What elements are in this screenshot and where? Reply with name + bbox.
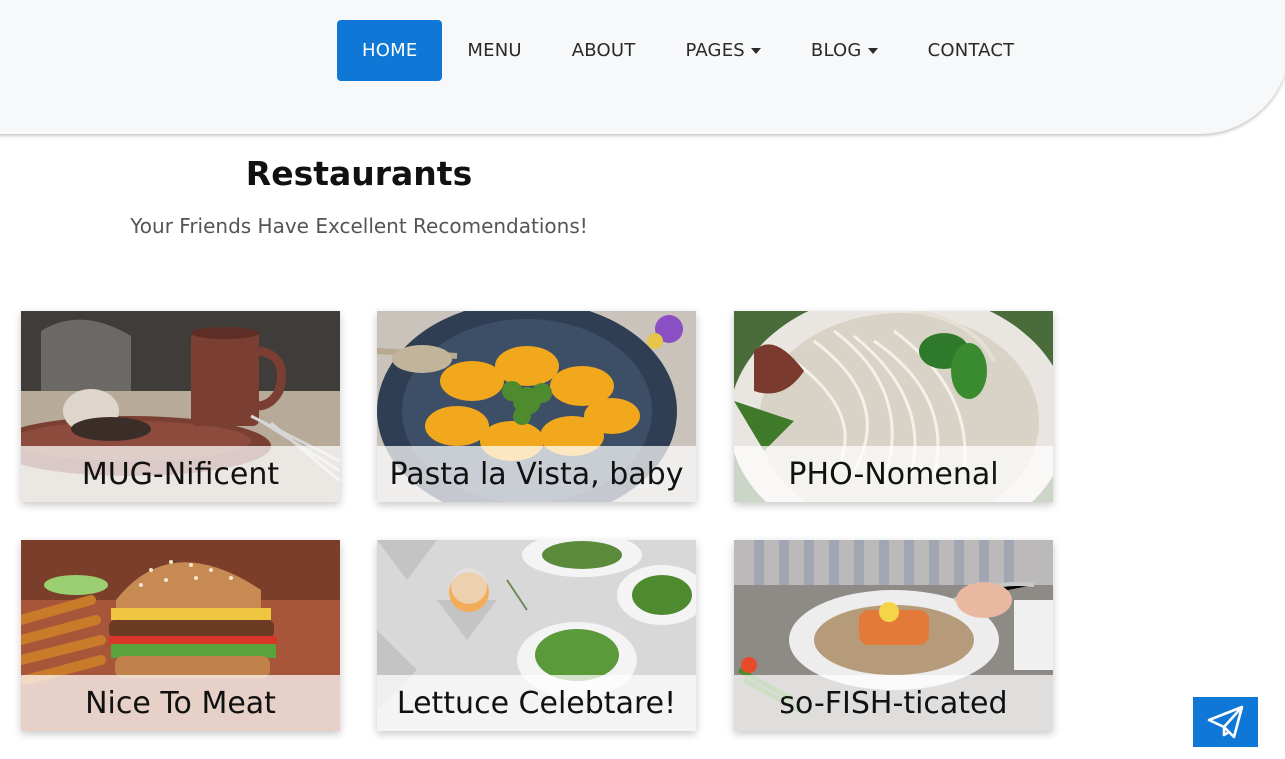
restaurant-card-pho-nomenal[interactable]: PHO-Nomenal bbox=[734, 311, 1053, 502]
nav-about-label: ABOUT bbox=[571, 40, 636, 61]
nav-about[interactable]: ABOUT bbox=[547, 20, 661, 81]
nav-home-label: HOME bbox=[362, 40, 418, 61]
card-caption: Nice To Meat bbox=[21, 675, 340, 731]
nav-menu-label: MENU bbox=[467, 40, 522, 61]
nav-blog[interactable]: BLOG bbox=[786, 20, 903, 81]
restaurant-card-nice-to-meat[interactable]: Nice To Meat bbox=[21, 540, 340, 731]
restaurant-card-so-fish-ticated[interactable]: so-FISH-ticated bbox=[734, 540, 1053, 731]
send-message-button[interactable] bbox=[1193, 697, 1258, 747]
main-nav: HOME MENU ABOUT PAGES BLOG CONTACT bbox=[337, 20, 1039, 81]
nav-menu[interactable]: MENU bbox=[442, 20, 546, 81]
page-subtitle: Your Friends Have Excellent Recomendatio… bbox=[130, 214, 588, 238]
nav-contact[interactable]: CONTACT bbox=[903, 20, 1040, 81]
card-caption: MUG-Nificent bbox=[21, 446, 340, 502]
nav-blog-label: BLOG bbox=[810, 40, 862, 61]
card-caption: so-FISH-ticated bbox=[734, 675, 1053, 731]
page-title: Restaurants bbox=[245, 154, 473, 193]
caret-down-icon bbox=[750, 48, 761, 54]
caret-down-icon bbox=[867, 48, 878, 54]
restaurant-card-mug-nificent[interactable]: MUG-Nificent bbox=[21, 311, 340, 502]
card-caption: Pasta la Vista, baby bbox=[377, 446, 696, 502]
restaurant-card-pasta-la-vista[interactable]: Pasta la Vista, baby bbox=[377, 311, 696, 502]
paper-plane-icon bbox=[1207, 705, 1243, 739]
restaurant-card-lettuce-celebtare[interactable]: Lettuce Celebtare! bbox=[377, 540, 696, 731]
nav-contact-label: CONTACT bbox=[927, 40, 1015, 61]
card-caption: PHO-Nomenal bbox=[734, 446, 1053, 502]
nav-pages[interactable]: PAGES bbox=[660, 20, 785, 81]
nav-home[interactable]: HOME bbox=[337, 20, 443, 81]
nav-pages-label: PAGES bbox=[685, 40, 745, 61]
card-caption: Lettuce Celebtare! bbox=[377, 675, 696, 731]
